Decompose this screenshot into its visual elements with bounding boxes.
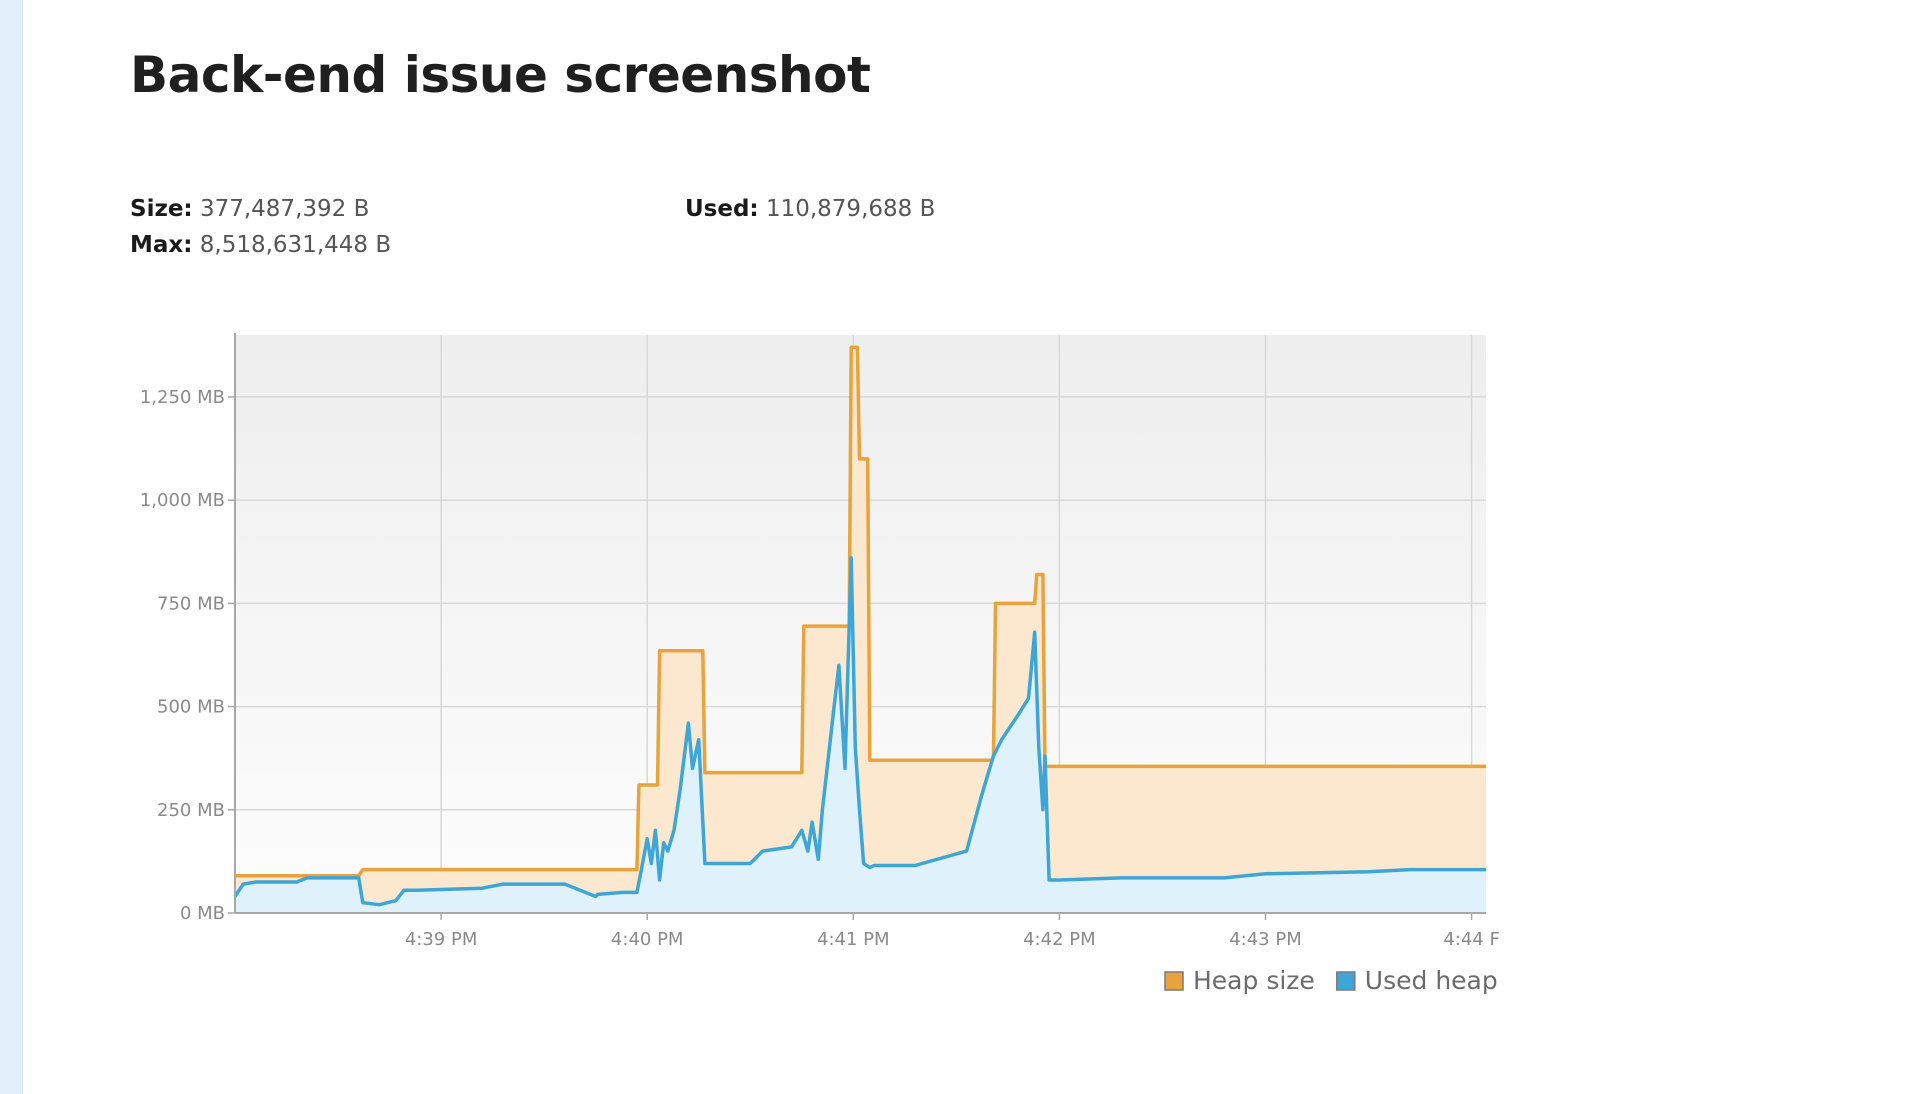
y-tick-label: 1,000 MB — [140, 490, 225, 511]
x-tick-label: 4:43 PM — [1229, 929, 1302, 950]
y-tick-label: 0 MB — [180, 903, 225, 924]
x-tick-label: 4:42 PM — [1023, 929, 1096, 950]
y-tick-label: 500 MB — [157, 697, 225, 718]
x-tick-label: 4:44 F — [1443, 929, 1500, 950]
x-tick-label: 4:40 PM — [611, 929, 684, 950]
used-heap-legend-label: Used heap — [1365, 966, 1498, 995]
heap-size-legend-label: Heap size — [1193, 966, 1315, 995]
y-tick-label: 250 MB — [157, 800, 225, 821]
x-tick-label: 4:41 PM — [817, 929, 890, 950]
legend: Heap size Used heap — [1164, 966, 1498, 995]
y-tick-label: 1,250 MB — [140, 387, 225, 408]
y-tick-label: 750 MB — [157, 593, 225, 614]
x-tick-label: 4:39 PM — [405, 929, 478, 950]
used-heap-legend-swatch — [1336, 971, 1356, 991]
heap-chart: 0 MB 250 MB 500 MB 750 MB 1,000 MB 1,250 MB 4:… — [140, 333, 1500, 995]
heap-size-legend-swatch — [1164, 971, 1184, 991]
